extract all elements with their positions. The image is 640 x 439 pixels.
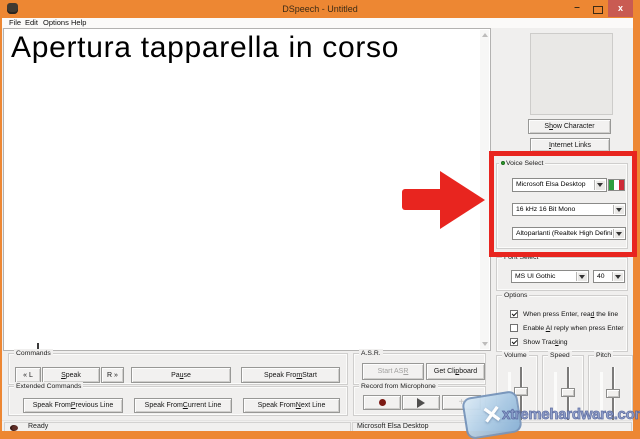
red-arrow-head	[440, 171, 485, 229]
maximize-icon[interactable]	[593, 6, 603, 14]
watermark-text: xtremehardware.com	[502, 406, 640, 423]
scroll-down-icon[interactable]	[482, 342, 488, 346]
get-clipboard-button[interactable]: Get Clipboard	[426, 363, 485, 380]
window-frame-bottom	[0, 431, 640, 439]
character-display-box	[530, 33, 613, 115]
chevron-down-icon[interactable]	[613, 229, 624, 238]
commands-label: Commands	[14, 349, 53, 358]
checkbox-ai-reply[interactable]	[510, 324, 518, 332]
options-label: Options	[502, 291, 529, 300]
chevron-down-icon[interactable]	[613, 205, 624, 214]
checkbox-read-line-label: When press Enter, read the line	[523, 310, 618, 319]
dspeech-window: DSpeech - Untitled – x File Edit Options…	[0, 0, 640, 439]
menu-bar: File Edit Options Help	[2, 18, 633, 28]
checkbox-ai-reply-label: Enable AI reply when press Enter	[523, 324, 624, 333]
audio-format-combobox[interactable]: 16 kHz 16 Bit Mono	[512, 203, 626, 216]
volume-label: Volume	[502, 351, 529, 360]
menu-edit[interactable]: Edit	[25, 18, 38, 28]
editor-text: Apertura tapparella in corso	[11, 31, 399, 65]
options-group: Options When press Enter, read the line …	[496, 295, 628, 352]
scroll-up-icon[interactable]	[482, 33, 488, 37]
speak-right-button[interactable]: R »	[101, 367, 124, 383]
speed-label: Speed	[548, 351, 572, 360]
speak-from-start-button[interactable]: Speak From Start	[241, 367, 340, 383]
voice-combobox[interactable]: Microsoft Elsa Desktop	[512, 178, 607, 192]
extended-commands-label: Extended Commands	[14, 382, 83, 391]
voice-select-group: Voice Select Microsoft Elsa Desktop 16 k…	[496, 163, 628, 249]
green-led-icon	[501, 161, 505, 165]
font-select-label: Font Select	[502, 253, 540, 262]
minimize-button[interactable]: –	[570, 2, 584, 14]
record-button[interactable]	[363, 395, 401, 410]
status-ready: Ready	[28, 423, 48, 430]
pause-button[interactable]: Pause	[131, 367, 231, 383]
speak-left-button[interactable]: « L	[15, 367, 41, 383]
internet-links-button[interactable]: Internet Links	[530, 138, 610, 152]
record-label: Record from Microphone	[359, 382, 438, 391]
commands-group: Commands « L Speak R » Pause Speak From …	[8, 353, 348, 385]
menu-help[interactable]: Help	[71, 18, 86, 28]
speak-current-line-button[interactable]: Speak From Current Line	[134, 398, 232, 413]
extended-commands-group: Extended Commands Speak From Previous Li…	[8, 386, 348, 416]
font-select-group: Font Select MS UI Gothic 40	[496, 257, 628, 291]
show-character-button[interactable]: Show Character	[528, 119, 611, 134]
italian-flag-icon	[608, 179, 625, 191]
menu-options[interactable]: Options	[43, 18, 69, 28]
pitch-slider-thumb[interactable]	[606, 389, 620, 398]
record-icon	[379, 399, 386, 406]
title-bar: DSpeech - Untitled – x	[0, 0, 640, 18]
speak-next-line-button[interactable]: Speak From Next Line	[243, 398, 340, 413]
window-title: DSpeech - Untitled	[0, 0, 640, 18]
font-combobox[interactable]: MS UI Gothic	[511, 270, 589, 283]
asr-group: A.S.R. Start ASR Get Clipboard	[353, 353, 486, 385]
checkbox-read-line[interactable]	[510, 310, 518, 318]
output-device-combobox[interactable]: Altoparlanti (Realtek High Definition	[512, 227, 626, 240]
font-size-combobox[interactable]: 40	[593, 270, 625, 283]
red-arrow-icon	[402, 189, 444, 210]
close-button[interactable]: x	[608, 0, 633, 17]
dspeech-app-icon	[7, 3, 18, 14]
status-voice: Microsoft Elsa Desktop	[357, 423, 429, 430]
play-button[interactable]	[402, 395, 440, 410]
chevron-down-icon[interactable]	[594, 180, 605, 190]
checkbox-show-tracking[interactable]	[510, 338, 518, 346]
play-icon	[417, 398, 425, 408]
pitch-label: Pitch	[594, 351, 613, 360]
start-asr-button[interactable]: Start ASR	[362, 363, 424, 380]
checkbox-show-tracking-label: Show Tracking	[523, 338, 568, 347]
chevron-down-icon[interactable]	[576, 272, 587, 281]
speed-slider-thumb[interactable]	[561, 388, 575, 397]
speak-button[interactable]: Speak	[42, 367, 100, 383]
voice-select-label: Voice Select	[499, 159, 545, 168]
menu-file[interactable]: File	[9, 18, 21, 28]
speak-previous-line-button[interactable]: Speak From Previous Line	[23, 398, 123, 413]
asr-label: A.S.R.	[359, 349, 383, 358]
chevron-down-icon[interactable]	[612, 272, 623, 281]
